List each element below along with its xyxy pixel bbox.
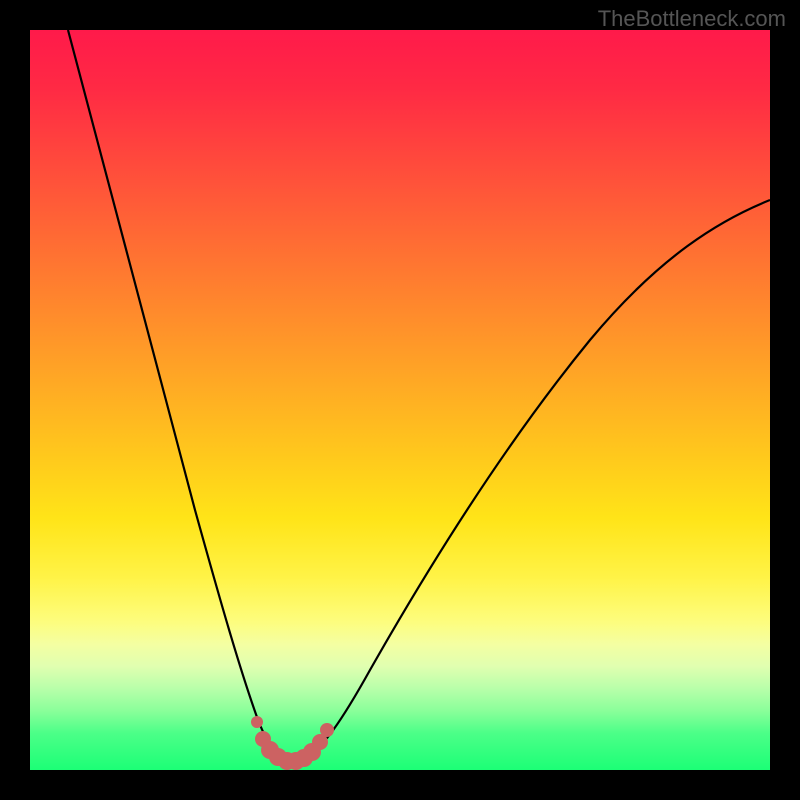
bottleneck-chart [30, 30, 770, 770]
bottleneck-curve-left [68, 30, 279, 756]
chart-svg [30, 30, 770, 770]
valley-highlight-markers [251, 716, 334, 770]
watermark-text: TheBottleneck.com [598, 6, 786, 32]
bottleneck-curve-right [308, 200, 770, 756]
